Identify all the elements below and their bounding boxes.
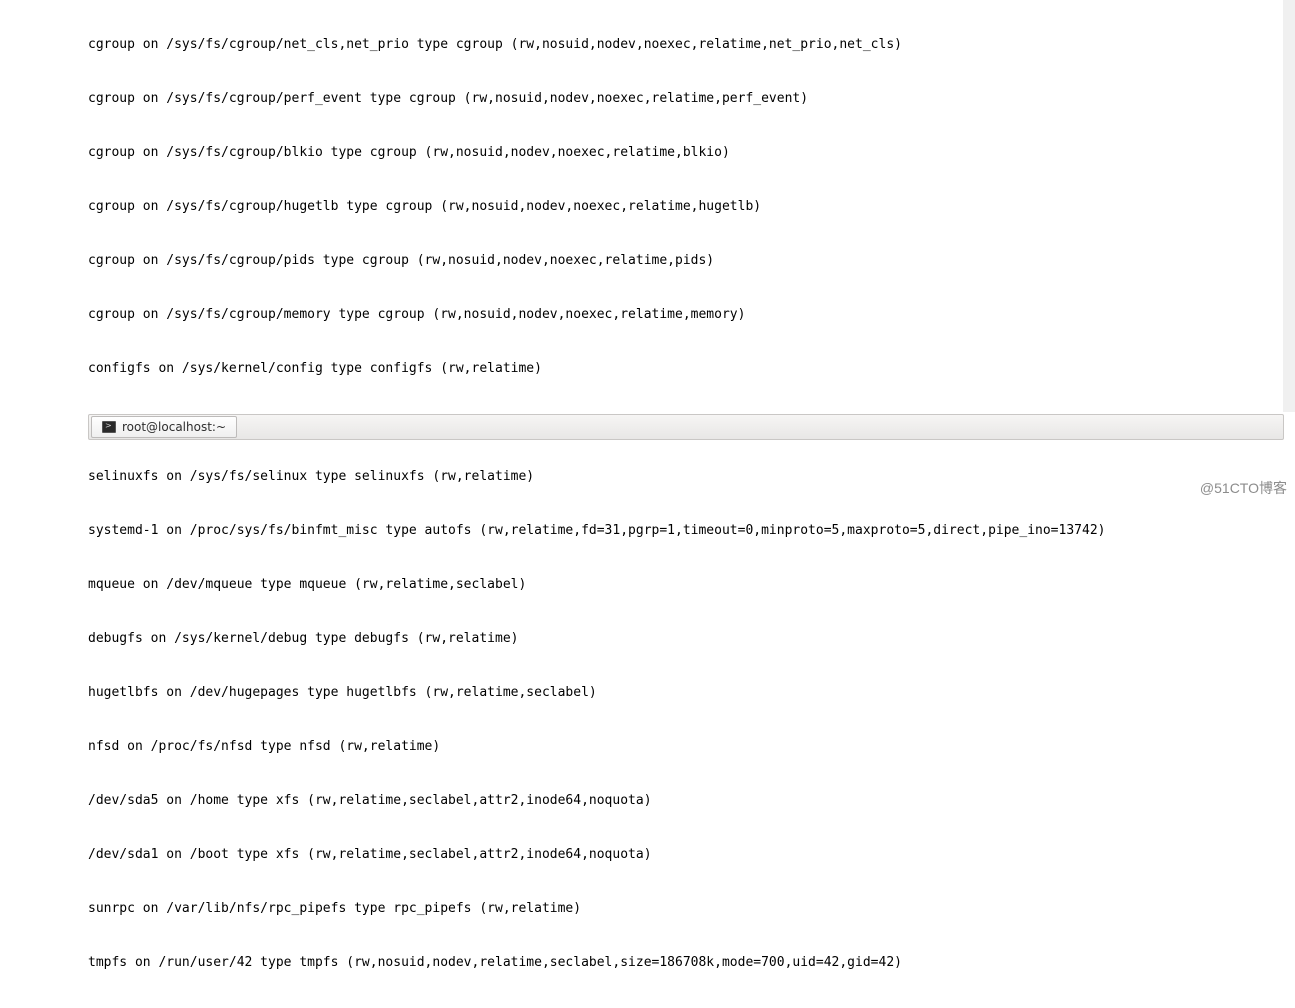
output-line: mqueue on /dev/mqueue type mqueue (rw,re… (88, 576, 1295, 594)
output-line: nfsd on /proc/fs/nfsd type nfsd (rw,rela… (88, 738, 1295, 756)
output-line: cgroup on /sys/fs/cgroup/blkio type cgro… (88, 144, 1295, 162)
scrollbar[interactable] (1283, 0, 1295, 412)
output-line: cgroup on /sys/fs/cgroup/memory type cgr… (88, 306, 1295, 324)
output-line: selinuxfs on /sys/fs/selinux type selinu… (88, 468, 1295, 486)
output-line: cgroup on /sys/fs/cgroup/hugetlb type cg… (88, 198, 1295, 216)
output-line: hugetlbfs on /dev/hugepages type hugetlb… (88, 684, 1295, 702)
output-line: cgroup on /sys/fs/cgroup/pids type cgrou… (88, 252, 1295, 270)
output-line: configfs on /sys/kernel/config type conf… (88, 360, 1295, 378)
taskbar-item-label: root@localhost:~ (122, 420, 226, 434)
output-line: cgroup on /sys/fs/cgroup/net_cls,net_pri… (88, 36, 1295, 54)
output-line: debugfs on /sys/kernel/debug type debugf… (88, 630, 1295, 648)
taskbar: root@localhost:~ (88, 414, 1284, 440)
output-line: cgroup on /sys/fs/cgroup/perf_event type… (88, 90, 1295, 108)
output-line: sunrpc on /var/lib/nfs/rpc_pipefs type r… (88, 900, 1295, 918)
output-line: systemd-1 on /proc/sys/fs/binfmt_misc ty… (88, 522, 1295, 540)
watermark: @51CTO博客 (1200, 478, 1287, 498)
terminal-icon (102, 421, 116, 433)
output-line: tmpfs on /run/user/42 type tmpfs (rw,nos… (88, 954, 1295, 972)
taskbar-item-terminal[interactable]: root@localhost:~ (91, 416, 237, 438)
terminal-output[interactable]: cgroup on /sys/fs/cgroup/net_cls,net_pri… (0, 0, 1295, 1008)
output-line: /dev/sda5 on /home type xfs (rw,relatime… (88, 792, 1295, 810)
output-line: /dev/sda1 on /boot type xfs (rw,relatime… (88, 846, 1295, 864)
